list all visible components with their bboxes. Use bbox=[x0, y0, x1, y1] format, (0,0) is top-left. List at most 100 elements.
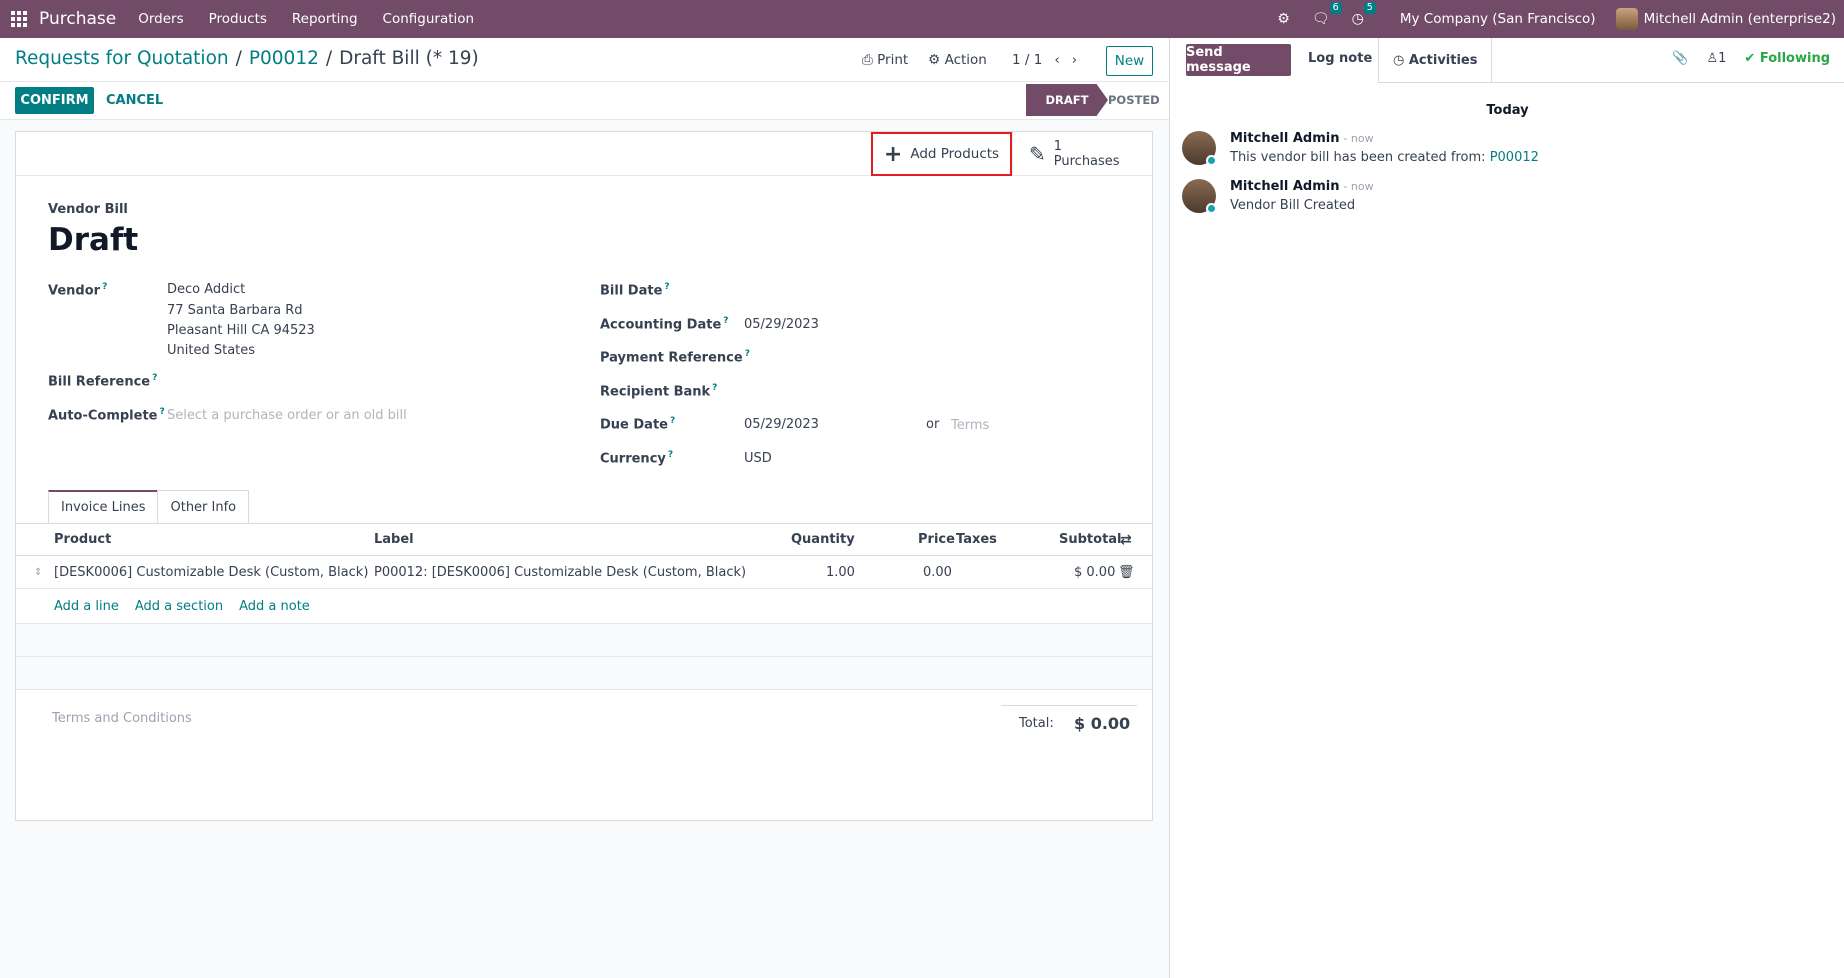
message-author[interactable]: Mitchell Admin bbox=[1230, 131, 1339, 146]
online-status-icon bbox=[1206, 155, 1217, 166]
row-product[interactable]: [DESK0006] Customizable Desk (Custom, Bl… bbox=[54, 565, 368, 580]
attachment-icon[interactable]: 📎 bbox=[1672, 51, 1688, 66]
messaging-icon[interactable]: 🗨 6 bbox=[1312, 2, 1342, 27]
help-icon[interactable]: ? bbox=[723, 316, 728, 326]
activities-clock-icon[interactable]: ◷ 5 bbox=[1352, 2, 1376, 27]
help-icon[interactable]: ? bbox=[670, 416, 675, 426]
col-price[interactable]: Price bbox=[918, 532, 955, 547]
optional-columns-icon[interactable]: ⇄ bbox=[1120, 532, 1132, 548]
row-quantity[interactable]: 1.00 bbox=[826, 565, 855, 580]
add-products-button[interactable]: + Add Products bbox=[871, 132, 1012, 176]
menu-orders[interactable]: Orders bbox=[138, 11, 183, 27]
help-icon[interactable]: ? bbox=[668, 450, 673, 460]
total-label: Total: bbox=[1019, 716, 1054, 731]
breadcrumb-current: Draft Bill (* 19) bbox=[339, 48, 479, 69]
bug-icon[interactable]: ⚙ bbox=[1277, 11, 1290, 27]
bill-reference-input[interactable] bbox=[167, 373, 547, 391]
menu-reporting[interactable]: Reporting bbox=[292, 11, 358, 27]
breadcrumb-separator: / bbox=[235, 48, 242, 69]
app-name[interactable]: Purchase bbox=[39, 9, 116, 29]
col-subtotal[interactable]: Subtotal bbox=[1059, 532, 1122, 547]
col-label[interactable]: Label bbox=[374, 532, 414, 547]
accounting-date-input[interactable]: 05/29/2023 bbox=[744, 317, 819, 332]
terms-and-conditions-input[interactable]: Terms and Conditions bbox=[52, 711, 192, 726]
button-box: + Add Products ✎ 1 Purchases bbox=[16, 132, 1152, 176]
add-section-link[interactable]: Add a section bbox=[135, 599, 223, 614]
table-row[interactable]: ⇕ [DESK0006] Customizable Desk (Custom, … bbox=[16, 557, 1152, 589]
message-po-link[interactable]: P00012 bbox=[1490, 150, 1539, 165]
col-quantity[interactable]: Quantity bbox=[791, 532, 855, 547]
auto-complete-input[interactable]: Select a purchase order or an old bill bbox=[167, 408, 407, 423]
apps-menu-icon[interactable] bbox=[11, 11, 27, 27]
send-message-button[interactable]: Send message bbox=[1186, 44, 1291, 76]
record-actions: ⎙ Print ⚙ Action bbox=[862, 52, 1007, 68]
tab-invoice-lines[interactable]: Invoice Lines bbox=[48, 490, 159, 523]
bill-reference-label: Bill Reference? bbox=[48, 373, 158, 390]
auto-complete-label: Auto-Complete? bbox=[48, 407, 165, 424]
pager-value[interactable]: 1 / 1 bbox=[1012, 52, 1042, 68]
log-note-button[interactable]: Log note bbox=[1308, 51, 1372, 66]
help-icon[interactable]: ? bbox=[159, 407, 164, 417]
followers-button[interactable]: ♙1 bbox=[1706, 51, 1726, 66]
help-icon[interactable]: ? bbox=[152, 373, 157, 383]
row-divider bbox=[16, 689, 1152, 690]
currency-field[interactable]: USD bbox=[744, 451, 772, 466]
plus-icon: + bbox=[883, 141, 903, 167]
message-body: This vendor bill has been created from: bbox=[1230, 150, 1486, 165]
drag-handle-icon[interactable]: ⇕ bbox=[34, 567, 42, 578]
add-line-link[interactable]: Add a line bbox=[54, 599, 119, 614]
gear-icon: ⚙ bbox=[928, 52, 941, 68]
menu-configuration[interactable]: Configuration bbox=[383, 11, 475, 27]
following-button[interactable]: ✔ Following bbox=[1744, 51, 1830, 66]
message-author[interactable]: Mitchell Admin bbox=[1230, 179, 1339, 194]
purchases-count: 1 bbox=[1053, 139, 1063, 154]
row-price[interactable]: 0.00 bbox=[923, 565, 952, 580]
company-switcher[interactable]: My Company (San Francisco) bbox=[1400, 11, 1596, 27]
recipient-bank-input[interactable] bbox=[744, 383, 1124, 401]
vendor-street: 77 Santa Barbara Rd bbox=[167, 303, 303, 318]
accounting-date-label: Accounting Date? bbox=[600, 316, 729, 333]
payment-reference-input[interactable] bbox=[744, 349, 1124, 367]
purchases-smart-button[interactable]: ✎ 1 Purchases bbox=[1012, 132, 1152, 176]
help-icon[interactable]: ? bbox=[664, 282, 669, 292]
pager: 1 / 1 ‹ › bbox=[1012, 52, 1089, 68]
payment-reference-label: Payment Reference? bbox=[600, 349, 750, 366]
due-date-input[interactable]: 05/29/2023 bbox=[744, 417, 819, 432]
add-note-link[interactable]: Add a note bbox=[239, 599, 310, 614]
bill-date-input[interactable] bbox=[744, 282, 924, 300]
pager-previous-icon[interactable]: ‹ bbox=[1054, 52, 1059, 68]
row-subtotal: $ 0.00 bbox=[1074, 565, 1116, 580]
breadcrumb-rfq[interactable]: Requests for Quotation bbox=[15, 48, 229, 69]
menu-products[interactable]: Products bbox=[209, 11, 267, 27]
col-taxes[interactable]: Taxes bbox=[956, 532, 997, 547]
pager-next-icon[interactable]: › bbox=[1072, 52, 1077, 68]
message-time: - now bbox=[1343, 132, 1374, 145]
cancel-button[interactable]: CANCEL bbox=[106, 93, 163, 108]
user-avatar[interactable] bbox=[1615, 8, 1638, 30]
help-icon[interactable]: ? bbox=[102, 282, 107, 292]
tab-other-info[interactable]: Other Info bbox=[157, 490, 250, 523]
trash-icon[interactable]: 🗑 bbox=[1118, 565, 1135, 580]
vendor-field[interactable]: Deco Addict bbox=[167, 282, 245, 297]
action-button[interactable]: ⚙ Action bbox=[928, 52, 987, 68]
breadcrumb-po[interactable]: P00012 bbox=[249, 48, 319, 69]
clock-icon: ◷ bbox=[1393, 52, 1409, 68]
purchases-label: Purchases bbox=[1053, 154, 1120, 169]
state-posted[interactable]: POSTED bbox=[1108, 93, 1160, 107]
help-icon[interactable]: ? bbox=[712, 383, 717, 393]
confirm-button[interactable]: CONFIRM bbox=[15, 87, 94, 114]
col-product[interactable]: Product bbox=[54, 532, 111, 547]
navbar-systray: ⚙ 🗨 6 ◷ 5 My Company (San Francisco) Mitch… bbox=[1277, 0, 1844, 38]
row-label[interactable]: P00012: [DESK0006] Customizable Desk (Cu… bbox=[374, 565, 746, 580]
payment-terms-input[interactable]: Terms bbox=[951, 418, 989, 433]
new-button[interactable]: New bbox=[1106, 46, 1153, 76]
user-menu[interactable]: Mitchell Admin (enterprise2) bbox=[1644, 11, 1836, 27]
chatter-divider bbox=[1378, 82, 1844, 83]
breadcrumb: Requests for Quotation / P00012 / Draft Bill… bbox=[15, 48, 479, 69]
invoice-lines-header: Product Label Quantity Price Taxes Subto… bbox=[16, 524, 1152, 556]
state-draft[interactable]: DRAFT bbox=[1026, 84, 1108, 116]
activities-button[interactable]: ◷ Activities bbox=[1378, 38, 1493, 82]
message-time: - now bbox=[1343, 180, 1374, 193]
total-divider bbox=[1001, 705, 1137, 706]
print-button[interactable]: ⎙ Print bbox=[862, 52, 908, 68]
